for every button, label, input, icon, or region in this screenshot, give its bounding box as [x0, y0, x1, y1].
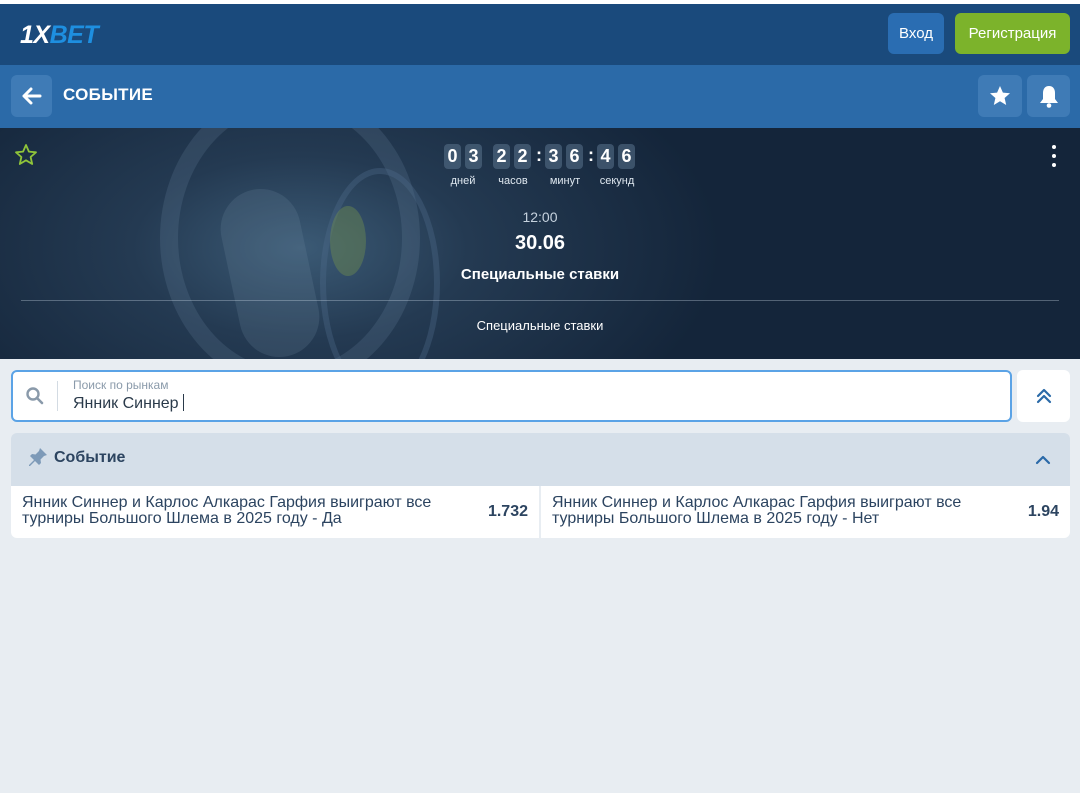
- countdown-hours-label: часов: [498, 175, 528, 187]
- countdown-separator: :: [536, 145, 542, 165]
- bet-outcome[interactable]: Янник Синнер и Карлос Алкарас Гарфия выи…: [11, 486, 539, 538]
- login-button[interactable]: Вход: [888, 13, 944, 54]
- countdown-timer: 0 3 дней 2 2 часов : 3 6 минут : 4 6 сек…: [0, 144, 1080, 188]
- site-header: 1XBET Вход Регистрация: [0, 4, 1080, 65]
- market-search-input[interactable]: Поиск по рынкам Янник Синнер: [11, 370, 1012, 422]
- register-button[interactable]: Регистрация: [955, 13, 1070, 54]
- event-name: Специальные ставки: [460, 266, 620, 283]
- market-group-title: Событие: [54, 449, 126, 466]
- bet-outcome[interactable]: Янник Синнер и Карлос Алкарас Гарфия выи…: [541, 486, 1070, 538]
- bet-odds: 1.94: [1027, 503, 1059, 520]
- bell-icon: [1039, 86, 1058, 108]
- bet-outcome-label: Янник Синнер и Карлос Алкарас Гарфия выи…: [552, 494, 962, 527]
- countdown-digit: 6: [618, 144, 635, 169]
- countdown-digit: 0: [444, 144, 461, 169]
- star-icon: [990, 86, 1010, 105]
- countdown-digit: 6: [566, 144, 583, 169]
- market-group-header[interactable]: Событие: [11, 433, 1070, 486]
- countdown-digit: 2: [493, 144, 510, 169]
- event-time: 12:00: [522, 209, 558, 225]
- logo-main-text: 1X: [20, 21, 50, 49]
- favorite-button[interactable]: [978, 75, 1022, 117]
- event-banner: 0 3 дней 2 2 часов : 3 6 минут : 4 6 сек…: [0, 128, 1080, 359]
- pin-icon[interactable]: [27, 446, 49, 468]
- back-button[interactable]: [11, 75, 52, 117]
- countdown-digit: 4: [597, 144, 614, 169]
- page-title: СОБЫТИЕ: [63, 85, 153, 104]
- search-label: Поиск по рынкам: [73, 378, 169, 392]
- countdown-days-label: дней: [450, 175, 476, 187]
- bet-outcome-label: Янник Синнер и Карлос Алкарас Гарфия выи…: [22, 494, 432, 527]
- double-chevron-up-icon: [1036, 388, 1051, 404]
- collapse-all-button[interactable]: [1017, 370, 1070, 422]
- search-value[interactable]: Янник Синнер: [73, 394, 184, 413]
- banner-divider: [21, 300, 1059, 301]
- event-date: 30.06: [514, 232, 566, 254]
- bet-odds: 1.732: [487, 503, 528, 520]
- logo-accent-text: BET: [49, 21, 99, 49]
- countdown-digit: 3: [465, 144, 482, 169]
- page-header: СОБЫТИЕ: [0, 65, 1080, 128]
- chevron-up-icon[interactable]: [1033, 450, 1053, 470]
- notifications-button[interactable]: [1027, 75, 1070, 117]
- countdown-seconds-label: секунд: [599, 175, 635, 187]
- search-icon: [26, 387, 44, 405]
- countdown-digit: 2: [514, 144, 531, 169]
- countdown-minutes-label: минут: [549, 175, 581, 187]
- event-tab[interactable]: Специальные ставки: [0, 318, 1080, 333]
- arrow-left-icon: [22, 87, 41, 105]
- logo[interactable]: 1XBET: [20, 18, 99, 52]
- countdown-separator: :: [588, 145, 594, 165]
- countdown-digit: 3: [545, 144, 562, 169]
- search-divider: [57, 381, 58, 411]
